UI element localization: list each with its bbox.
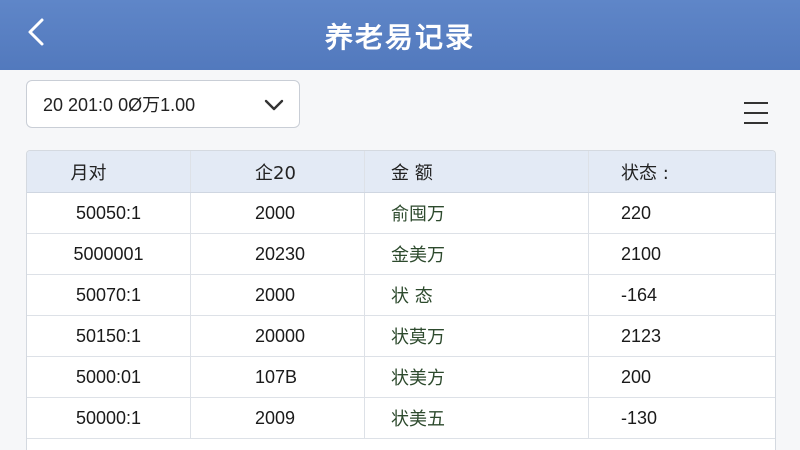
column-header[interactable]: 金 额 [365, 151, 589, 192]
table-row[interactable]: 50000:1 2009 状美五 -130 [27, 398, 775, 439]
table-cell: 200 [621, 366, 652, 387]
column-header[interactable]: 月对 [27, 151, 191, 192]
table-cell: 50050:1 [27, 193, 191, 233]
table-row[interactable]: 5000001 20230 金美万 2100 [27, 234, 775, 275]
table-cell: 2000 [191, 275, 365, 315]
page-title: 养老易记录 [324, 21, 475, 54]
hamburger-line [744, 112, 768, 114]
top-bar: 养老易记录 [0, 0, 800, 70]
table-cell: 5000001 [27, 234, 191, 274]
table-row[interactable]: 50070:1 2000 状 态 -164 [27, 275, 775, 316]
table-cell: 状美五 [365, 398, 589, 438]
table-cell: 状莫万 [365, 316, 589, 356]
app-window: 养老易记录 20 201:0 0Ø万1.00 月对 企20 金 额 状态 : 5… [0, 0, 800, 450]
table-cell: 2123 [621, 325, 662, 346]
table-row[interactable]: 50150:1 20000 状莫万 2123 [27, 316, 775, 357]
table-cell: 2100 [621, 243, 662, 264]
table-cell: 50070:1 [27, 275, 191, 315]
column-header[interactable]: 状态 : [589, 151, 775, 192]
table-cell: 220 [621, 202, 652, 223]
table-cell: 107B [191, 357, 365, 397]
table-cell: 5000:01 [27, 357, 191, 397]
date-filter-select[interactable]: 20 201:0 0Ø万1.00 [26, 80, 300, 128]
table-row[interactable]: 5000:01 107B 状美方 200 [27, 357, 775, 398]
column-header[interactable]: 企20 [191, 151, 365, 192]
table-cell: 50150:1 [27, 316, 191, 356]
table-cell: 俞囤万 [365, 193, 589, 233]
table-header-row: 月对 企20 金 额 状态 : [27, 151, 775, 193]
chevron-down-icon [264, 99, 284, 111]
table-cell: 20230 [191, 234, 365, 274]
records-table: 月对 企20 金 额 状态 : 50050:1 2000 俞囤万 220 500… [26, 150, 776, 450]
hamburger-menu-icon [744, 102, 768, 104]
table-cell: -164 [621, 284, 658, 305]
table-cell: 状 态 [365, 275, 589, 315]
table-cell: -130 [621, 407, 658, 428]
date-filter-value: 20 201:0 0Ø万1.00 [43, 95, 196, 115]
table-cell: 2009 [191, 398, 365, 438]
table-row[interactable]: 50050:1 2000 俞囤万 220 [27, 193, 775, 234]
table-cell: 状美方 [365, 357, 589, 397]
table-cell: 20000 [191, 316, 365, 356]
menu-button[interactable] [740, 96, 772, 130]
table-cell: 金美万 [365, 234, 589, 274]
hamburger-line [744, 122, 768, 124]
table-cell: 2000 [191, 193, 365, 233]
table-cell: 50000:1 [27, 398, 191, 438]
